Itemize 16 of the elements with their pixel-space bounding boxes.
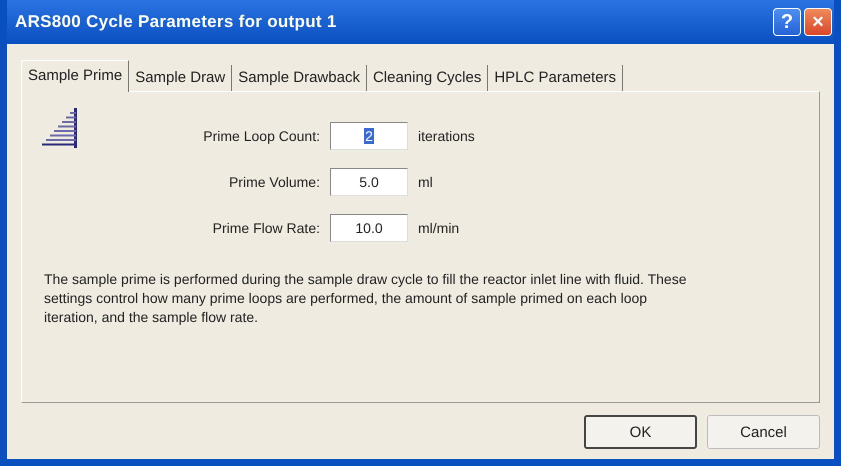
help-button[interactable]: ? — [773, 8, 801, 36]
unit-label: ml — [418, 174, 434, 190]
input-field[interactable]: 10.0 — [330, 214, 408, 242]
input-field[interactable]: 2 — [330, 122, 408, 150]
ok-button[interactable]: OK — [584, 415, 697, 449]
unit-label: iterations — [418, 128, 475, 144]
tab[interactable]: Sample Prime — [21, 60, 130, 92]
field-label: Prime Volume: — [228, 174, 320, 190]
window-title: ARS800 Cycle Parameters for output 1 — [15, 12, 338, 32]
unit-label: ml/min — [418, 220, 460, 236]
description-text: The sample prime is performed during the sample draw cycle to fill the reactor inlet line with fluid. These settings control how many prime loops are performed, the amount of sample primed on each loop iteration, and the sample flow rate. — [44, 270, 688, 327]
stacked-lines-icon — [40, 108, 78, 148]
input-field[interactable]: 5.0 — [330, 168, 408, 196]
field-label: Prime Flow Rate: — [212, 220, 320, 236]
field-label: Prime Loop Count: — [202, 128, 320, 144]
cancel-button[interactable]: Cancel — [707, 415, 820, 449]
